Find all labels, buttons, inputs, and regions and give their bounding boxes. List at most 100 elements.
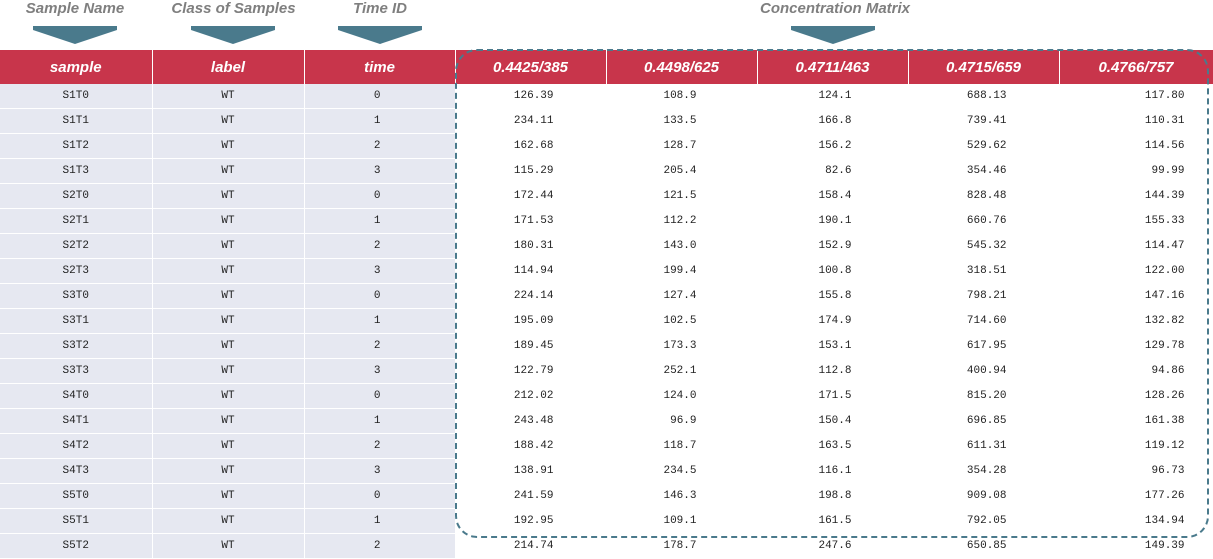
concentration-cell: 241.59	[455, 483, 607, 509]
concentration-cell: 138.91	[455, 458, 607, 484]
table-row: S2T1 WT 1 171.53 112.2 190.1 660.76 155.33	[0, 208, 1213, 234]
concentration-cell: 158.4	[757, 183, 909, 209]
concentration-cell: 189.45	[455, 333, 607, 359]
column-header-time: time	[304, 50, 456, 84]
concentration-cell: 177.26	[1059, 483, 1213, 509]
concentration-cell: 134.94	[1059, 508, 1213, 534]
sample-cell: S5T2	[0, 533, 153, 559]
concentration-cell: 112.2	[606, 208, 758, 234]
concentration-cell: 798.21	[908, 283, 1060, 309]
concentration-cell: 161.38	[1059, 408, 1213, 434]
label-cell: WT	[152, 508, 305, 534]
time-cell: 1	[304, 308, 456, 334]
concentration-cell: 224.14	[455, 283, 607, 309]
concentration-cell: 147.16	[1059, 283, 1213, 309]
column-header-feature-5: 0.4766/757	[1059, 50, 1213, 84]
concentration-cell: 529.62	[908, 133, 1060, 159]
concentration-cell: 234.11	[455, 108, 607, 134]
concentration-cell: 155.8	[757, 283, 909, 309]
concentration-cell: 792.05	[908, 508, 1060, 534]
concentration-cell: 173.3	[606, 333, 758, 359]
concentration-cell: 112.8	[757, 358, 909, 384]
label-cell: WT	[152, 533, 305, 559]
label-cell: WT	[152, 358, 305, 384]
sample-cell: S4T1	[0, 408, 153, 434]
concentration-cell: 144.39	[1059, 183, 1213, 209]
concentration-cell: 195.09	[455, 308, 607, 334]
concentration-cell: 114.47	[1059, 233, 1213, 259]
concentration-cell: 96.73	[1059, 458, 1213, 484]
arrow-down-icon	[191, 26, 275, 44]
table-row: S4T1 WT 1 243.48 96.9 150.4 696.85 161.38	[0, 408, 1213, 434]
time-cell: 3	[304, 258, 456, 284]
concentration-cell: 545.32	[908, 233, 1060, 259]
sample-cell: S3T0	[0, 283, 153, 309]
concentration-cell: 156.2	[757, 133, 909, 159]
time-cell: 2	[304, 233, 456, 259]
column-header-feature-1: 0.4425/385	[455, 50, 607, 84]
sample-cell: S1T3	[0, 158, 153, 184]
concentration-cell: 133.5	[606, 108, 758, 134]
concentration-cell: 815.20	[908, 383, 1060, 409]
table-row: S2T0 WT 0 172.44 121.5 158.4 828.48 144.39	[0, 183, 1213, 209]
label-cell: WT	[152, 258, 305, 284]
table-header-row: sample label time 0.4425/385 0.4498/625 0.471…	[0, 50, 1213, 84]
concentration-cell: 115.29	[455, 158, 607, 184]
concentration-cell: 114.94	[455, 258, 607, 284]
label-cell: WT	[152, 158, 305, 184]
time-cell: 0	[304, 183, 456, 209]
concentration-cell: 110.31	[1059, 108, 1213, 134]
sample-cell: S2T1	[0, 208, 153, 234]
concentration-cell: 152.9	[757, 233, 909, 259]
sample-cell: S5T1	[0, 508, 153, 534]
concentration-cell: 143.0	[606, 233, 758, 259]
sample-cell: S4T0	[0, 383, 153, 409]
table-row: S3T1 WT 1 195.09 102.5 174.9 714.60 132.82	[0, 308, 1213, 334]
label-cell: WT	[152, 333, 305, 359]
label-cell: WT	[152, 133, 305, 159]
table-row: S4T0 WT 0 212.02 124.0 171.5 815.20 128.26	[0, 383, 1213, 409]
concentration-cell: 188.42	[455, 433, 607, 459]
concentration-cell: 122.79	[455, 358, 607, 384]
concentration-cell: 163.5	[757, 433, 909, 459]
concentration-cell: 119.12	[1059, 433, 1213, 459]
concentration-cell: 149.39	[1059, 533, 1213, 559]
time-cell: 1	[304, 408, 456, 434]
table-row: S1T3 WT 3 115.29 205.4 82.6 354.46 99.99	[0, 158, 1213, 184]
concentration-cell: 116.1	[757, 458, 909, 484]
concentration-cell: 127.4	[606, 283, 758, 309]
concentration-cell: 354.46	[908, 158, 1060, 184]
concentration-cell: 171.5	[757, 383, 909, 409]
concentration-cell: 205.4	[606, 158, 758, 184]
concentration-cell: 198.8	[757, 483, 909, 509]
concentration-cell: 162.68	[455, 133, 607, 159]
label-cell: WT	[152, 108, 305, 134]
label-cell: WT	[152, 433, 305, 459]
table-row: S2T3 WT 3 114.94 199.4 100.8 318.51 122.00	[0, 258, 1213, 284]
concentration-cell: 174.9	[757, 308, 909, 334]
table-row: S3T3 WT 3 122.79 252.1 112.8 400.94 94.86	[0, 358, 1213, 384]
concentration-cell: 99.99	[1059, 158, 1213, 184]
label-cell: WT	[152, 283, 305, 309]
sample-cell: S4T2	[0, 433, 153, 459]
column-header-feature-4: 0.4715/659	[908, 50, 1060, 84]
sample-cell: S3T2	[0, 333, 153, 359]
column-header-label: label	[152, 50, 305, 84]
label-cell: WT	[152, 408, 305, 434]
concentration-cell: 122.00	[1059, 258, 1213, 284]
concentration-cell: 94.86	[1059, 358, 1213, 384]
arrow-down-icon	[338, 26, 422, 44]
concentration-cell: 132.82	[1059, 308, 1213, 334]
time-cell: 2	[304, 333, 456, 359]
table-row: S4T3 WT 3 138.91 234.5 116.1 354.28 96.73	[0, 458, 1213, 484]
sample-cell: S1T0	[0, 84, 153, 109]
concentration-cell: 96.9	[606, 408, 758, 434]
time-cell: 0	[304, 483, 456, 509]
time-cell: 0	[304, 383, 456, 409]
label-cell: WT	[152, 233, 305, 259]
time-cell: 2	[304, 433, 456, 459]
concentration-cell: 212.02	[455, 383, 607, 409]
sample-cell: S1T1	[0, 108, 153, 134]
label-cell: WT	[152, 383, 305, 409]
label-cell: WT	[152, 308, 305, 334]
